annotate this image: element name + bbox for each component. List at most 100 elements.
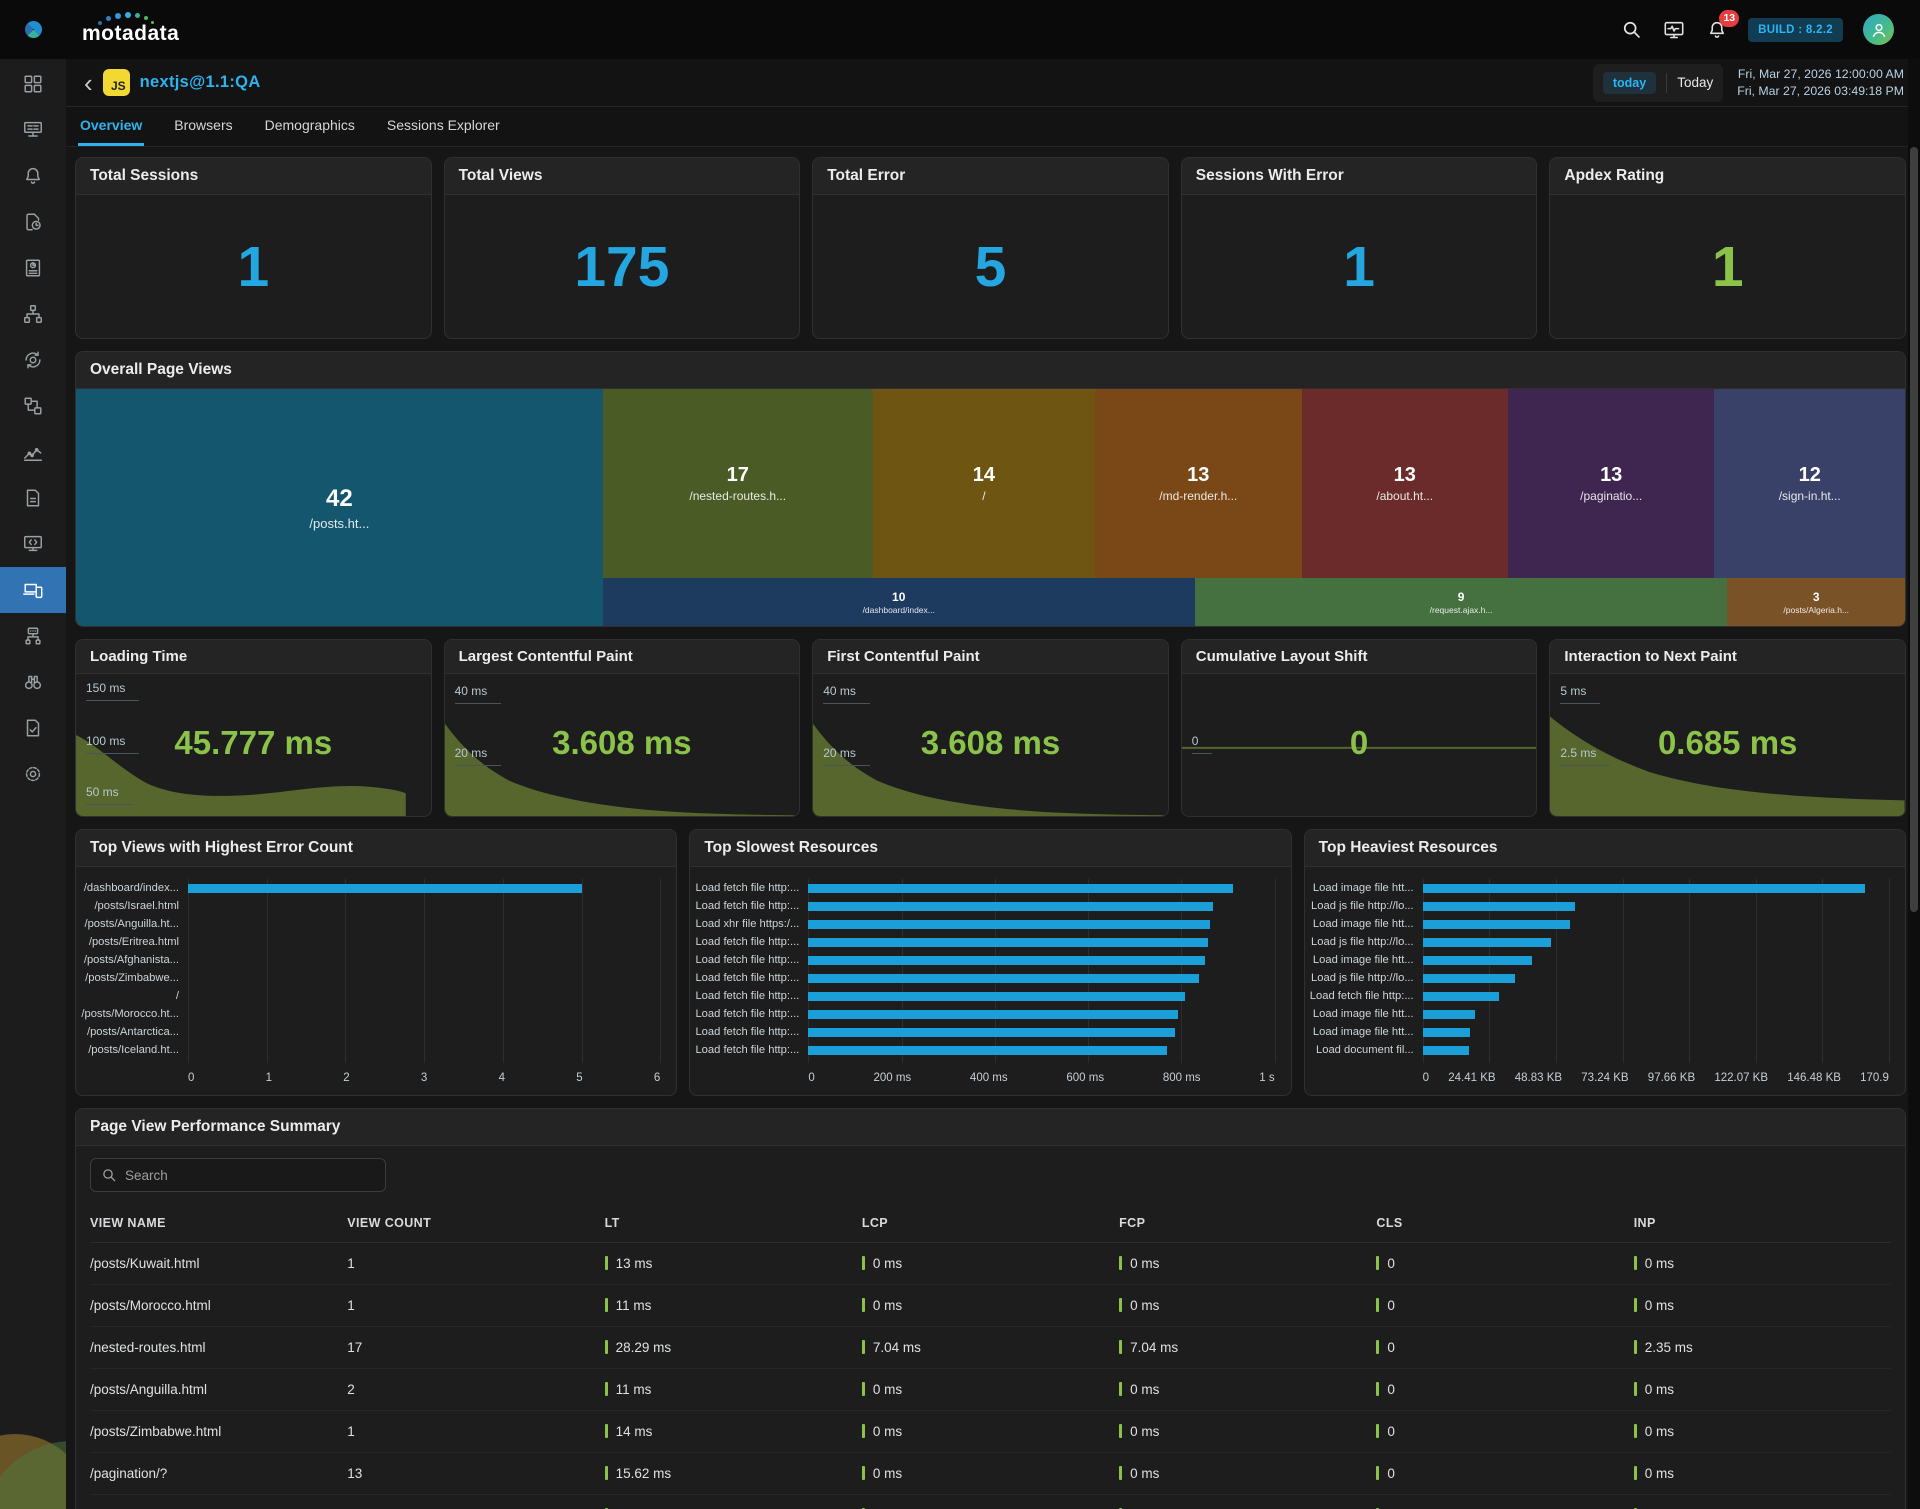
sidebar-item-dashboard-grid[interactable] xyxy=(0,61,66,107)
table-row[interactable]: /pagination/?1315.62 ms0 ms0 ms00 ms xyxy=(90,1453,1891,1495)
treemap-cell-item[interactable]: 14/ xyxy=(873,389,1095,578)
metric-cell: 7.04 ms xyxy=(1119,1327,1376,1369)
chart-bar[interactable] xyxy=(1423,902,1576,911)
view-name-link[interactable]: /posts/Anguilla.html xyxy=(90,1369,347,1411)
chart-row-label: / xyxy=(86,987,188,1005)
sidebar-item-analytics-trend[interactable] xyxy=(0,429,66,475)
treemap-cell-posts-ht[interactable]: 42/posts.ht... xyxy=(76,389,603,626)
table-row[interactable]: /posts/Zimbabwe.html114 ms0 ms0 ms00 ms xyxy=(90,1411,1891,1453)
column-header-lcp[interactable]: LCP xyxy=(862,1206,1119,1243)
metric-card-interaction-to-next-paint: Interaction to Next Paint5 ms2.5 ms0.685… xyxy=(1549,639,1906,817)
chart-bar[interactable] xyxy=(808,992,1185,1001)
build-version-pill[interactable]: BUILD : 8.2.2 xyxy=(1748,18,1843,42)
chart-bar[interactable] xyxy=(808,938,1207,947)
user-avatar[interactable] xyxy=(1863,14,1894,45)
metric-threshold-tick xyxy=(862,1424,865,1438)
product-logo-mark[interactable] xyxy=(0,0,66,59)
chart-bar[interactable] xyxy=(1423,974,1516,983)
chart-bar[interactable] xyxy=(1423,1046,1469,1055)
chart-row xyxy=(1423,987,1889,1005)
notifications-bell-icon[interactable]: 13 xyxy=(1706,19,1728,41)
chart-bar[interactable] xyxy=(1423,1010,1475,1019)
view-name-link[interactable]: /posts/Morocco.html xyxy=(90,1285,347,1327)
table-row[interactable]: /posts/Norway.html112 ms0 ms0 ms00 ms xyxy=(90,1495,1891,1509)
chart-bar[interactable] xyxy=(808,956,1204,965)
column-header-inp[interactable]: INP xyxy=(1634,1206,1891,1243)
view-name-link[interactable]: /posts/Zimbabwe.html xyxy=(90,1411,347,1453)
back-button[interactable]: ‹ xyxy=(76,70,101,96)
x-axis-tick: 2 xyxy=(343,1072,349,1089)
column-header-fcp[interactable]: FCP xyxy=(1119,1206,1376,1243)
page-scrollbar[interactable] xyxy=(1908,59,1920,1509)
treemap-cell-request-ajax-h[interactable]: 9/request.ajax.h... xyxy=(1195,578,1728,626)
chart-bar[interactable] xyxy=(1423,992,1499,1001)
treemap-cell-dashboard-index[interactable]: 10/dashboard/index... xyxy=(603,578,1195,626)
table-search-box[interactable] xyxy=(90,1158,386,1192)
sidebar-item-synthetic-monitor[interactable] xyxy=(0,521,66,567)
table-row[interactable]: /posts/Morocco.html111 ms0 ms0 ms00 ms xyxy=(90,1285,1891,1327)
time-range-picker[interactable]: today Today xyxy=(1593,64,1723,102)
sidebar-item-audit-file[interactable] xyxy=(0,705,66,751)
chart-bar[interactable] xyxy=(1423,956,1532,965)
sidebar-item-topology[interactable] xyxy=(0,291,66,337)
sidebar-item-infrastructure-monitors[interactable] xyxy=(0,107,66,153)
treemap-cell-about-ht[interactable]: 13/about.ht... xyxy=(1302,389,1508,578)
view-name-link[interactable]: /pagination/? xyxy=(90,1453,347,1495)
automation-sync-icon xyxy=(22,349,44,371)
chart-bar[interactable] xyxy=(1423,938,1551,947)
chart-bar[interactable] xyxy=(808,902,1213,911)
tab-demographics[interactable]: Demographics xyxy=(263,107,357,146)
time-preset-chip[interactable]: today xyxy=(1603,72,1656,94)
table-row[interactable]: /posts/Kuwait.html113 ms0 ms0 ms00 ms xyxy=(90,1243,1891,1285)
sidebar-item-network-servers[interactable] xyxy=(0,613,66,659)
search-input[interactable] xyxy=(125,1168,375,1183)
sidebar xyxy=(0,0,66,1509)
column-header-lt[interactable]: LT xyxy=(605,1206,862,1243)
sidebar-item-documents[interactable] xyxy=(0,475,66,521)
metric-cell: 28.29 ms xyxy=(605,1327,862,1369)
search-icon[interactable] xyxy=(1621,19,1642,40)
sidebar-item-rum-devices[interactable] xyxy=(0,567,66,613)
chart-bar[interactable] xyxy=(808,974,1199,983)
sidebar-item-alerts-bell[interactable] xyxy=(0,153,66,199)
view-name-link[interactable]: /posts/Kuwait.html xyxy=(90,1243,347,1285)
column-header-cls[interactable]: CLS xyxy=(1376,1206,1633,1243)
tab-overview[interactable]: Overview xyxy=(78,107,144,146)
sidebar-item-automation-sync[interactable] xyxy=(0,337,66,383)
chart-bar[interactable] xyxy=(1423,1028,1471,1037)
tab-browsers[interactable]: Browsers xyxy=(172,107,234,146)
sidebar-item-log-file-clock[interactable] xyxy=(0,199,66,245)
chart-body: Load fetch file http:...Load fetch file … xyxy=(690,867,1290,1095)
chart-bar[interactable] xyxy=(188,884,582,893)
column-header-view-name[interactable]: VIEW NAME xyxy=(90,1206,347,1243)
chart-bar[interactable] xyxy=(808,884,1232,893)
sidebar-item-reports[interactable] xyxy=(0,245,66,291)
sidebar-item-discovery-binoculars[interactable] xyxy=(0,659,66,705)
treemap-cell-paginatio[interactable]: 13/paginatio... xyxy=(1508,389,1714,578)
motadata-logo[interactable]: motadata xyxy=(82,14,179,46)
tab-sessions-explorer[interactable]: Sessions Explorer xyxy=(385,107,502,146)
chart-bar[interactable] xyxy=(1423,884,1865,893)
view-name-link[interactable]: /posts/Norway.html xyxy=(90,1495,347,1509)
chart-bar[interactable] xyxy=(1423,920,1570,929)
treemap-cell-nested-routes-h[interactable]: 17/nested-routes.h... xyxy=(603,389,873,578)
sidebar-item-integrations[interactable] xyxy=(0,383,66,429)
table-row[interactable]: /nested-routes.html1728.29 ms7.04 ms7.04… xyxy=(90,1327,1891,1369)
view-name-link[interactable]: /nested-routes.html xyxy=(90,1327,347,1369)
treemap-cell-md-render-h[interactable]: 13/md-render.h... xyxy=(1095,389,1301,578)
treemap-cell-sign-in-ht[interactable]: 12/sign-in.ht... xyxy=(1714,389,1905,578)
column-header-view-count[interactable]: VIEW COUNT xyxy=(347,1206,604,1243)
scrollbar-thumb[interactable] xyxy=(1910,147,1918,912)
monitor-pulse-icon[interactable] xyxy=(1662,19,1686,41)
search-icon xyxy=(101,1167,117,1183)
chart-bar[interactable] xyxy=(808,1028,1175,1037)
panel-title: Overall Page Views xyxy=(76,352,1905,389)
chart-plot-area xyxy=(1423,879,1889,1063)
treemap-cell-posts-algeria-h[interactable]: 3/posts/Algeria.h... xyxy=(1727,578,1905,626)
chart-bar[interactable] xyxy=(808,1010,1177,1019)
chart-bar[interactable] xyxy=(808,1046,1167,1055)
sidebar-item-settings-gear[interactable] xyxy=(0,751,66,797)
table-row[interactable]: /posts/Anguilla.html211 ms0 ms0 ms00 ms xyxy=(90,1369,1891,1411)
metric-cell: 15.62 ms xyxy=(605,1453,862,1495)
chart-bar[interactable] xyxy=(808,920,1210,929)
